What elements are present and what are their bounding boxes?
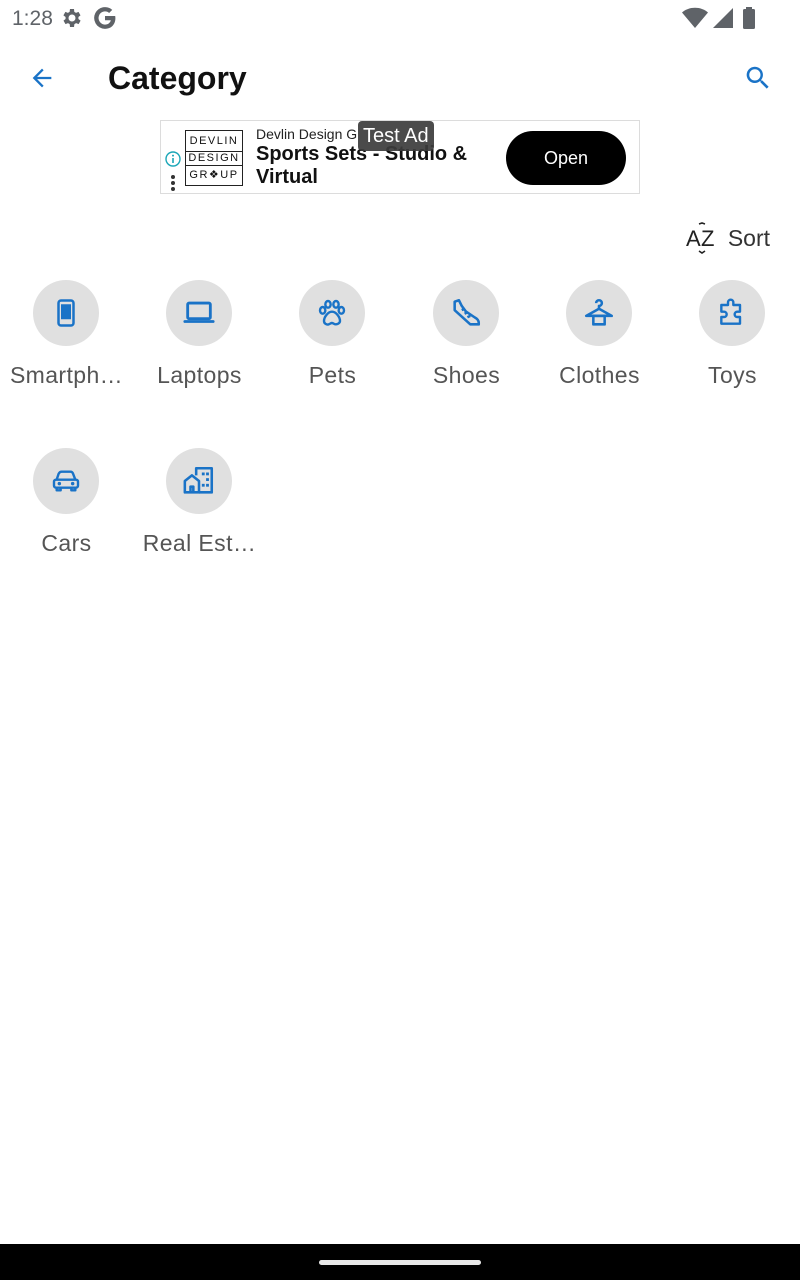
category-label: Smartph… — [9, 362, 124, 388]
ad-open-button[interactable]: Open — [506, 131, 626, 185]
gear-icon — [63, 9, 81, 27]
svg-text:A: A — [686, 226, 701, 251]
category-item-cars[interactable]: Cars — [0, 448, 133, 598]
sort-label: Sort — [727, 224, 770, 251]
category-icon-circle — [33, 448, 99, 514]
system-nav-bar — [0, 1244, 800, 1280]
category-item-toys[interactable]: Toys — [666, 280, 799, 430]
category-item-shoes[interactable]: Shoes — [400, 280, 533, 430]
category-item-clothes[interactable]: Clothes — [533, 280, 666, 430]
sort-button[interactable]: A Z Sort — [686, 220, 770, 256]
hanger-icon — [584, 299, 614, 326]
svg-text:Z: Z — [701, 226, 714, 251]
category-icon-circle — [433, 280, 499, 346]
category-item-real-estate[interactable]: Real Est… — [133, 448, 266, 598]
battery-icon — [743, 7, 755, 29]
building-icon — [183, 466, 214, 494]
category-label: Laptops — [157, 362, 242, 388]
status-bar: 1:28 — [0, 0, 800, 36]
app-bar: Category — [0, 36, 800, 120]
wifi-icon — [682, 7, 708, 29]
logo-line-2: DESIGN — [186, 150, 242, 166]
paw-icon — [318, 299, 346, 326]
category-label: Real Est… — [142, 530, 257, 556]
arrow-back-icon — [32, 68, 52, 88]
category-item-smartphones[interactable]: Smartph… — [0, 280, 133, 430]
test-ad-badge: Test Ad — [358, 121, 434, 151]
cell-signal-icon — [713, 8, 733, 28]
laptop-icon — [183, 301, 215, 323]
search-icon — [746, 66, 769, 89]
logo-line-3: GR❖UP — [189, 168, 239, 181]
category-icon-circle — [566, 280, 632, 346]
category-label: Shoes — [432, 362, 501, 388]
category-item-pets[interactable]: Pets — [266, 280, 399, 430]
car-icon — [52, 470, 80, 492]
puzzle-icon — [720, 298, 742, 325]
sort-az-icon: A Z — [686, 222, 714, 254]
more-vert-icon[interactable] — [170, 175, 176, 191]
shoe-icon — [453, 298, 481, 326]
category-item-laptops[interactable]: Laptops — [133, 280, 266, 430]
category-icon-circle — [299, 280, 365, 346]
google-g-icon — [94, 7, 116, 29]
category-label: Cars — [41, 530, 92, 556]
status-right-icons — [682, 7, 762, 29]
category-label: Pets — [308, 362, 357, 388]
category-icon-circle — [166, 448, 232, 514]
ad-info-icon[interactable] — [165, 151, 181, 167]
logo-line-1: DEVLIN — [189, 134, 239, 147]
status-time: 1:28 — [12, 7, 53, 30]
category-icon-circle — [166, 280, 232, 346]
category-label: Toys — [708, 362, 757, 388]
home-gesture-handle[interactable] — [319, 1260, 481, 1265]
page-title: Category — [108, 60, 247, 96]
category-icon-circle — [33, 280, 99, 346]
advertiser-logo: DEVLIN DESIGN GR❖UP — [185, 130, 243, 186]
smartphone-icon — [57, 299, 75, 327]
category-icon-circle — [699, 280, 765, 346]
category-label: Clothes — [559, 362, 640, 388]
search-button[interactable] — [736, 56, 780, 100]
ad-advertiser-name: Devlin Design G — [256, 126, 358, 142]
back-button[interactable] — [20, 56, 64, 100]
